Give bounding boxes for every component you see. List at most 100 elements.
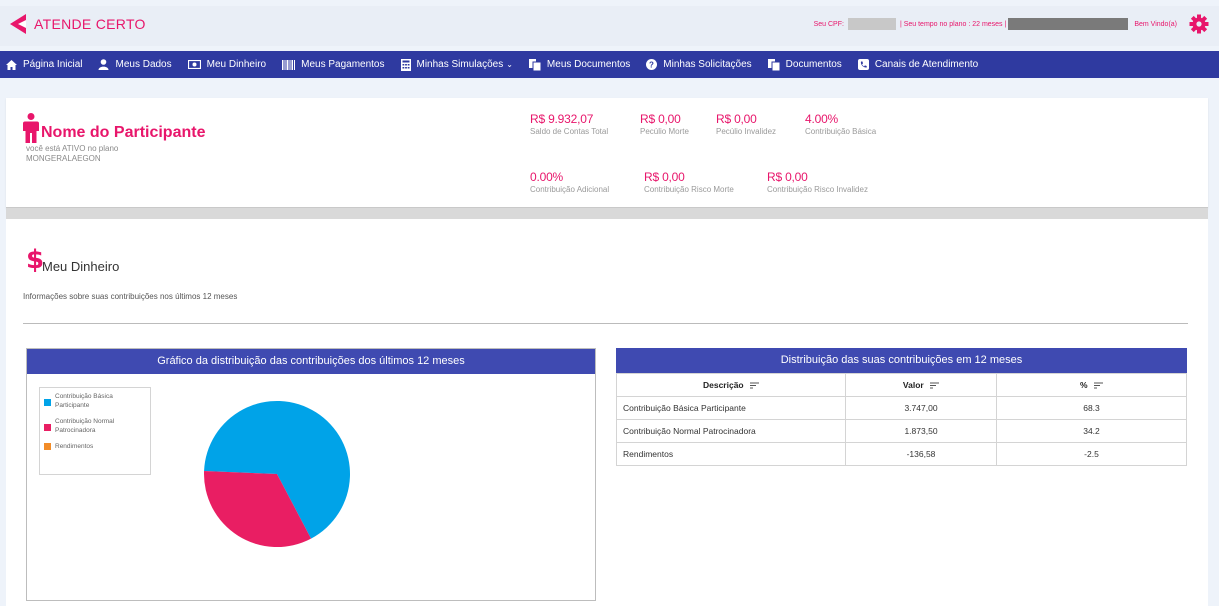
legend-swatch — [44, 443, 51, 450]
money-icon — [187, 60, 201, 69]
table-row: Contribuição Normal Patrocinadora 1.873,… — [616, 419, 1187, 443]
cell-percent: 68.3 — [996, 396, 1187, 420]
status-line: você está ATIVO no plano — [26, 144, 119, 153]
stat-risco-invalidez: R$ 0,00 Contribuição Risco Invalidez — [767, 170, 868, 194]
nav-label: Minhas Simulações — [416, 59, 504, 70]
legend-label: Contribuição Normal Patrocinadora — [55, 418, 115, 434]
legend-item[interactable]: Contribuição Normal Patrocinadora — [44, 417, 146, 435]
chart-panel: Gráfico da distribuição das contribuiçõe… — [26, 348, 596, 601]
svg-text:?: ? — [649, 61, 654, 70]
user-info-bar: Seu CPF: | Seu tempo no plano : 22 meses… — [814, 14, 1209, 34]
nav-meus-dados[interactable]: Meus Dados — [98, 59, 172, 70]
nav-label: Página Inicial — [23, 59, 83, 70]
barcode-icon — [282, 59, 296, 70]
nav-label: Meus Documentos — [546, 59, 631, 70]
cell-percent: -2.5 — [996, 442, 1187, 466]
calculator-icon — [400, 58, 411, 71]
cpf-redacted — [847, 18, 896, 30]
stat-label: Contribuição Risco Morte — [644, 185, 734, 194]
legend-label: Contribuição Básica Participante — [55, 393, 113, 409]
cell-descricao: Contribuição Normal Patrocinadora — [616, 419, 846, 443]
person-icon — [23, 113, 39, 143]
cell-descricao: Rendimentos — [616, 442, 846, 466]
documents-icon — [528, 58, 541, 71]
section-description: Informações sobre suas contribuições nos… — [23, 292, 238, 301]
user-icon — [98, 59, 109, 70]
nav-meu-dinheiro[interactable]: Meu Dinheiro — [187, 59, 267, 70]
stat-saldo-total: R$ 9.932,07 Saldo de Contas Total — [530, 112, 608, 136]
app-logo[interactable]: ATENDE CERTO — [10, 14, 146, 34]
legend-label: Rendimentos — [55, 443, 94, 450]
participant-name: Nome do Participante — [41, 124, 206, 141]
nav-minhas-solicitacoes[interactable]: ? Minhas Solicitações — [646, 59, 752, 70]
nav-documentos[interactable]: Documentos — [767, 58, 842, 71]
stat-value: R$ 9.932,07 — [530, 112, 594, 126]
cell-valor: 1.873,50 — [845, 419, 997, 443]
stat-label: Contribuição Adicional — [530, 185, 610, 194]
stat-peculio-invalidez: R$ 0,00 Pecúlio Invalidez — [716, 112, 776, 136]
nav-minhas-simulacoes[interactable]: Minhas Simulações ⌄ — [400, 58, 513, 71]
cell-valor: 3.747,00 — [845, 396, 997, 420]
nav-meus-pagamentos[interactable]: Meus Pagamentos — [282, 59, 385, 70]
divider — [23, 323, 1188, 324]
stat-contribuicao-adicional: 0.00% Contribuição Adicional — [530, 170, 609, 194]
nav-label: Meus Dados — [115, 59, 172, 70]
gear-icon[interactable] — [1189, 14, 1209, 34]
stat-label: Contribuição Risco Invalidez — [767, 185, 868, 194]
sort-icon[interactable] — [930, 382, 940, 389]
pie-chart[interactable] — [202, 399, 352, 549]
cell-percent: 34.2 — [996, 419, 1187, 443]
stat-label: Contribuição Básica — [805, 127, 877, 136]
stat-label: Pecúlio Invalidez — [716, 127, 777, 136]
table-header-row: Descrição Valor % — [616, 373, 1187, 397]
cpf-label: Seu CPF: — [813, 20, 844, 28]
nav-pagina-inicial[interactable]: Página Inicial — [6, 59, 82, 70]
logo-arrow-icon — [10, 14, 26, 34]
sort-icon[interactable] — [750, 382, 759, 389]
nav-meus-documentos[interactable]: Meus Documentos — [528, 58, 631, 71]
main-nav: Página Inicial Meus Dados Meu Dinheiro M… — [0, 51, 1219, 78]
question-icon: ? — [646, 59, 658, 70]
contributions-table-panel: Distribuição das suas contribuições em 1… — [616, 348, 1187, 466]
table-title: Distribuição das suas contribuições em 1… — [616, 348, 1187, 373]
stat-risco-morte: R$ 0,00 Contribuição Risco Morte — [644, 170, 734, 194]
top-header: ATENDE CERTO Seu CPF: | Seu tempo no pla… — [0, 6, 1219, 46]
nav-canais-de-atendimento[interactable]: Canais de Atendimento — [857, 59, 979, 70]
cell-descricao: Contribuição Básica Participante — [616, 396, 846, 420]
section-title: Meu Dinheiro — [42, 259, 120, 274]
column-header-descricao[interactable]: Descrição — [616, 373, 846, 397]
documents-icon — [767, 58, 780, 71]
chart-panel-title: Gráfico da distribuição das contribuiçõe… — [27, 349, 595, 374]
home-icon — [6, 59, 17, 70]
stat-label: Pecúlio Morte — [640, 127, 689, 136]
contributions-table: Descrição Valor % Contribuição Básica Pa — [616, 373, 1187, 466]
app-title: ATENDE CERTO — [34, 16, 146, 32]
stat-value: 4.00% — [805, 112, 839, 126]
section-separator — [6, 208, 1208, 219]
table-row: Rendimentos -136,58 -2.5 — [616, 442, 1187, 466]
nav-label: Minhas Solicitações — [663, 59, 752, 70]
column-header-valor[interactable]: Valor — [845, 373, 997, 397]
column-header-percent[interactable]: % — [996, 373, 1187, 397]
cell-valor: -136,58 — [845, 442, 997, 466]
legend-swatch — [44, 399, 51, 406]
nav-label: Documentos — [785, 59, 842, 70]
legend-item[interactable]: Rendimentos — [44, 442, 146, 451]
chart-legend: Contribuição Básica Participante Contribu… — [39, 387, 151, 475]
username-redacted — [1008, 18, 1129, 30]
legend-swatch — [44, 424, 51, 431]
stat-value: R$ 0,00 — [640, 112, 681, 126]
stat-label: Saldo de Contas Total — [530, 127, 609, 136]
sort-icon[interactable] — [1093, 382, 1103, 389]
legend-item[interactable]: Contribuição Básica Participante — [44, 392, 146, 410]
nav-label: Canais de Atendimento — [874, 59, 979, 70]
stat-peculio-morte: R$ 0,00 Pecúlio Morte — [640, 112, 689, 136]
plan-name: MONGERALAEGON — [26, 154, 101, 163]
stat-value: 0.00% — [530, 170, 564, 184]
money-section: $ Meu Dinheiro Informações sobre suas co… — [6, 219, 1208, 606]
table-row: Contribuição Básica Participante 3.747,0… — [616, 396, 1187, 420]
welcome-text: Bem Vindo(a) — [1134, 20, 1177, 28]
nav-label: Meu Dinheiro — [206, 59, 267, 70]
stat-value: R$ 0,00 — [767, 170, 808, 184]
plan-time: | Seu tempo no plano : 22 meses | — [899, 20, 1007, 28]
